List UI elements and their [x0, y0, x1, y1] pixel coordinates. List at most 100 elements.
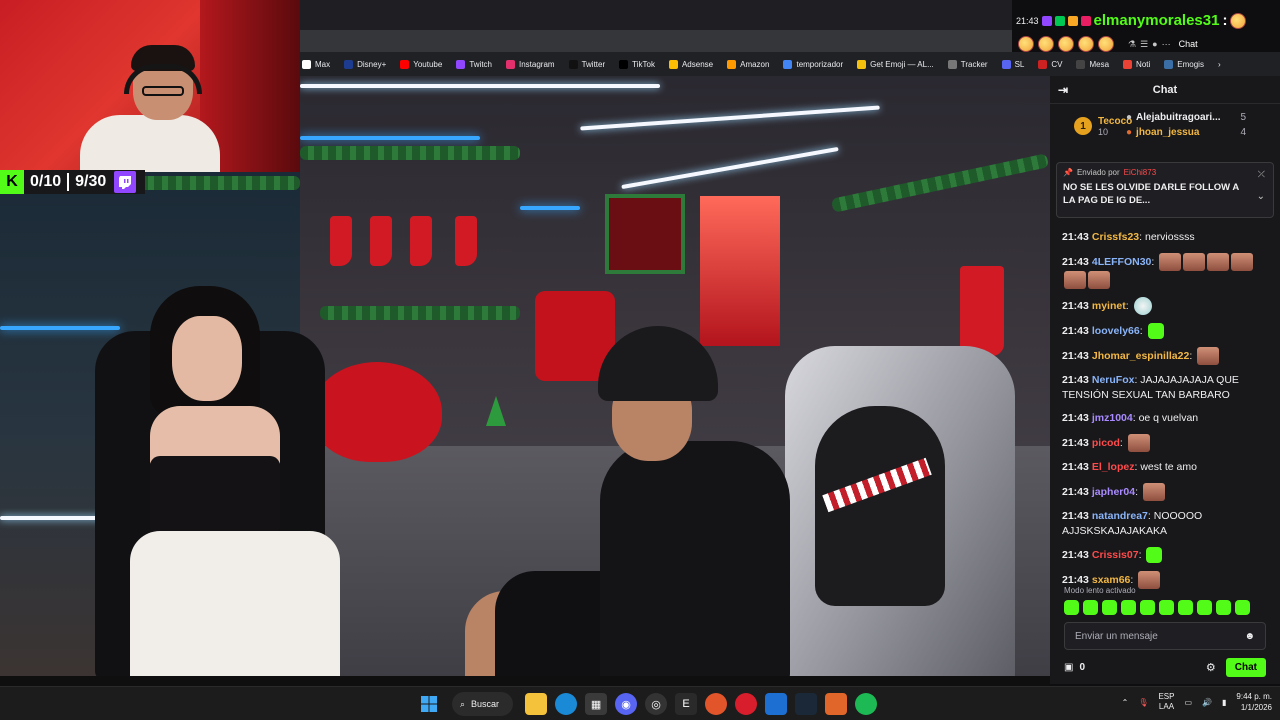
brave-icon[interactable] — [705, 693, 728, 715]
leaderboard-name: Alejabuitragoari... — [1136, 112, 1221, 123]
edge-icon[interactable] — [555, 693, 578, 715]
emote-icon[interactable] — [1083, 600, 1098, 615]
emote-icon[interactable] — [1121, 600, 1136, 615]
bookmark-item[interactable]: Amazon — [721, 53, 775, 75]
chevron-right-icon[interactable]: › — [1218, 60, 1221, 69]
more-icon[interactable]: ⋯ — [1162, 39, 1171, 50]
unpin-icon[interactable]: ⤫ — [1258, 169, 1265, 180]
message-time: 21:43 — [1062, 299, 1089, 312]
chat-app-label[interactable]: Chat — [1179, 39, 1198, 49]
chevron-down-icon[interactable]: ⌄ — [1257, 191, 1265, 202]
chat-message[interactable]: 21:43 4LEFFON30: — [1062, 253, 1268, 289]
clock[interactable]: 9:44 p. m. 1/1/2026 — [1236, 691, 1272, 713]
app-blue-icon[interactable] — [765, 693, 788, 715]
emote-icon — [1146, 547, 1163, 563]
bookmark-item[interactable]: Disney+ — [338, 53, 392, 75]
emote-icon[interactable] — [1140, 600, 1155, 615]
bookmark-item[interactable]: Emogis — [1158, 53, 1210, 75]
gear-icon[interactable]: ⚙ — [1206, 661, 1216, 674]
message-username[interactable]: Crissis07 — [1092, 549, 1139, 561]
discord-icon[interactable]: ◉ — [615, 693, 638, 715]
chevron-up-icon[interactable]: ⌃ — [1122, 698, 1129, 707]
bookmark-item[interactable]: Noti — [1117, 53, 1156, 75]
bookmark-item[interactable]: TikTok — [613, 53, 661, 75]
bookmark-item[interactable]: Instagram — [500, 53, 561, 75]
bookmark-item[interactable]: CV — [1032, 53, 1068, 75]
list-icon[interactable]: ☰ — [1140, 39, 1148, 50]
chat-message[interactable]: 21:43 loovely66: — [1062, 323, 1268, 339]
message-username[interactable]: 4LEFFON30 — [1092, 256, 1152, 268]
steam-icon[interactable] — [795, 693, 818, 715]
emote-icon[interactable] — [1178, 600, 1193, 615]
chat-message[interactable]: 21:43 jmz1004: oe q vuelvan — [1062, 411, 1268, 426]
neon-light — [0, 516, 110, 520]
message-username[interactable]: Crissfs23 — [1092, 231, 1139, 243]
obs-icon[interactable]: ◎ — [645, 693, 668, 715]
chat-leaderboard[interactable]: 1 Tecoco 10 ● Alejabuitragoari... 5 ● jhoan… — [1050, 104, 1280, 156]
bookmark-item[interactable]: Adsense — [663, 53, 719, 75]
volume-icon[interactable]: 🔊 — [1202, 698, 1212, 707]
chat-message-input[interactable]: Enviar un mensaje ☻ — [1064, 622, 1266, 650]
bookmark-item[interactable]: Youtube — [394, 53, 448, 75]
message-username[interactable]: jmz1004 — [1092, 412, 1133, 424]
bookmark-item[interactable]: Max — [296, 53, 336, 75]
store-icon[interactable]: ▦ — [585, 693, 608, 715]
points-icon: ▣ — [1064, 661, 1074, 673]
bookmark-item[interactable]: Twitch — [450, 53, 498, 75]
chat-message[interactable]: 21:43 natandrea7: NOOOOO AJJSKSKAJAJAKAKA — [1062, 509, 1268, 539]
send-chat-button[interactable]: Chat — [1225, 657, 1266, 677]
chat-message[interactable]: 21:43 El_lopez: west te amo — [1062, 460, 1268, 475]
bookmark-item[interactable]: SL — [996, 53, 1031, 75]
pin-icon: 📌 — [1063, 168, 1073, 177]
chat-message[interactable]: 21:43 japher04: — [1062, 483, 1268, 501]
message-username[interactable]: NeruFox — [1092, 374, 1135, 386]
message-username[interactable]: El_lopez — [1092, 461, 1135, 473]
bookmark-item[interactable]: Get Emoji — AL... — [851, 53, 940, 75]
emote-icon[interactable] — [1159, 600, 1174, 615]
taskbar-search[interactable]: ⌕ Buscar — [452, 692, 514, 716]
chat-message[interactable]: 21:43 Crissis07: — [1062, 547, 1268, 563]
emote-icon[interactable] — [1102, 600, 1117, 615]
app-red-icon[interactable] — [735, 693, 758, 715]
bookmark-item[interactable]: Tracker — [942, 53, 994, 75]
emote-icon[interactable] — [1197, 600, 1212, 615]
message-username[interactable]: natandrea7 — [1092, 510, 1148, 522]
bookmark-label: Twitch — [469, 59, 492, 69]
windows-start-icon[interactable] — [418, 693, 440, 715]
language-indicator[interactable]: ESP LAA — [1158, 692, 1174, 712]
emote-icon[interactable] — [1216, 600, 1231, 615]
emote-icon[interactable] — [1064, 600, 1079, 615]
emote-icon[interactable] — [1235, 600, 1250, 615]
battery-icon[interactable]: ▮ — [1222, 698, 1226, 707]
message-username[interactable]: japher04 — [1092, 486, 1135, 498]
file-explorer-icon[interactable] — [525, 693, 548, 715]
extensions-icon[interactable]: ⚗ — [1128, 39, 1136, 50]
chat-panel: ⇥ Chat 1 Tecoco 10 ● Alejabuitragoari... 5… — [1050, 76, 1280, 684]
bookmark-item[interactable]: Twitter — [563, 53, 612, 75]
pinned-message[interactable]: 📌 Enviado por EiChi873 NO SE LES OLVIDE … — [1056, 162, 1274, 218]
message-username[interactable]: picod — [1092, 437, 1120, 449]
chat-message[interactable]: 21:43 Crissfs23: nerviossss — [1062, 230, 1268, 245]
message-username[interactable]: loovely66 — [1092, 325, 1140, 337]
app-orange-icon[interactable] — [825, 693, 848, 715]
chat-message[interactable]: 21:43 myinet: — [1062, 297, 1268, 315]
microphone-icon[interactable]: 🎙 — [1138, 698, 1148, 707]
spotify-icon[interactable] — [855, 693, 878, 715]
message-username[interactable]: sxam66 — [1092, 574, 1131, 586]
monitor-icon[interactable]: ▭ — [1184, 698, 1192, 707]
chat-message[interactable]: 21:43 NeruFox: JAJAJAJAJAJA QUE TENSIÓN S… — [1062, 373, 1268, 403]
epic-games-icon[interactable]: E — [675, 693, 698, 715]
collapse-chat-icon[interactable]: ⇥ — [1058, 83, 1068, 97]
channel-points[interactable]: ▣ 0 — [1064, 662, 1085, 673]
bookmark-item[interactable]: temporizador — [777, 53, 849, 75]
taskbar-apps: ⌕ Buscar ▦ ◉ ◎ E — [418, 692, 878, 716]
message-username[interactable]: myinet — [1092, 300, 1126, 312]
chat-message[interactable]: 21:43 Jhomar_espinilla22: — [1062, 347, 1268, 365]
message-username[interactable]: Jhomar_espinilla22 — [1092, 350, 1189, 362]
bookmark-favicon-icon — [1123, 59, 1133, 69]
bookmark-item[interactable]: Mesa — [1070, 53, 1115, 75]
emoji-picker-icon[interactable]: ☻ — [1244, 631, 1255, 642]
message-time: 21:43 — [1062, 324, 1089, 337]
profile-icon[interactable]: ● — [1152, 39, 1157, 49]
chat-message[interactable]: 21:43 picod: — [1062, 434, 1268, 452]
